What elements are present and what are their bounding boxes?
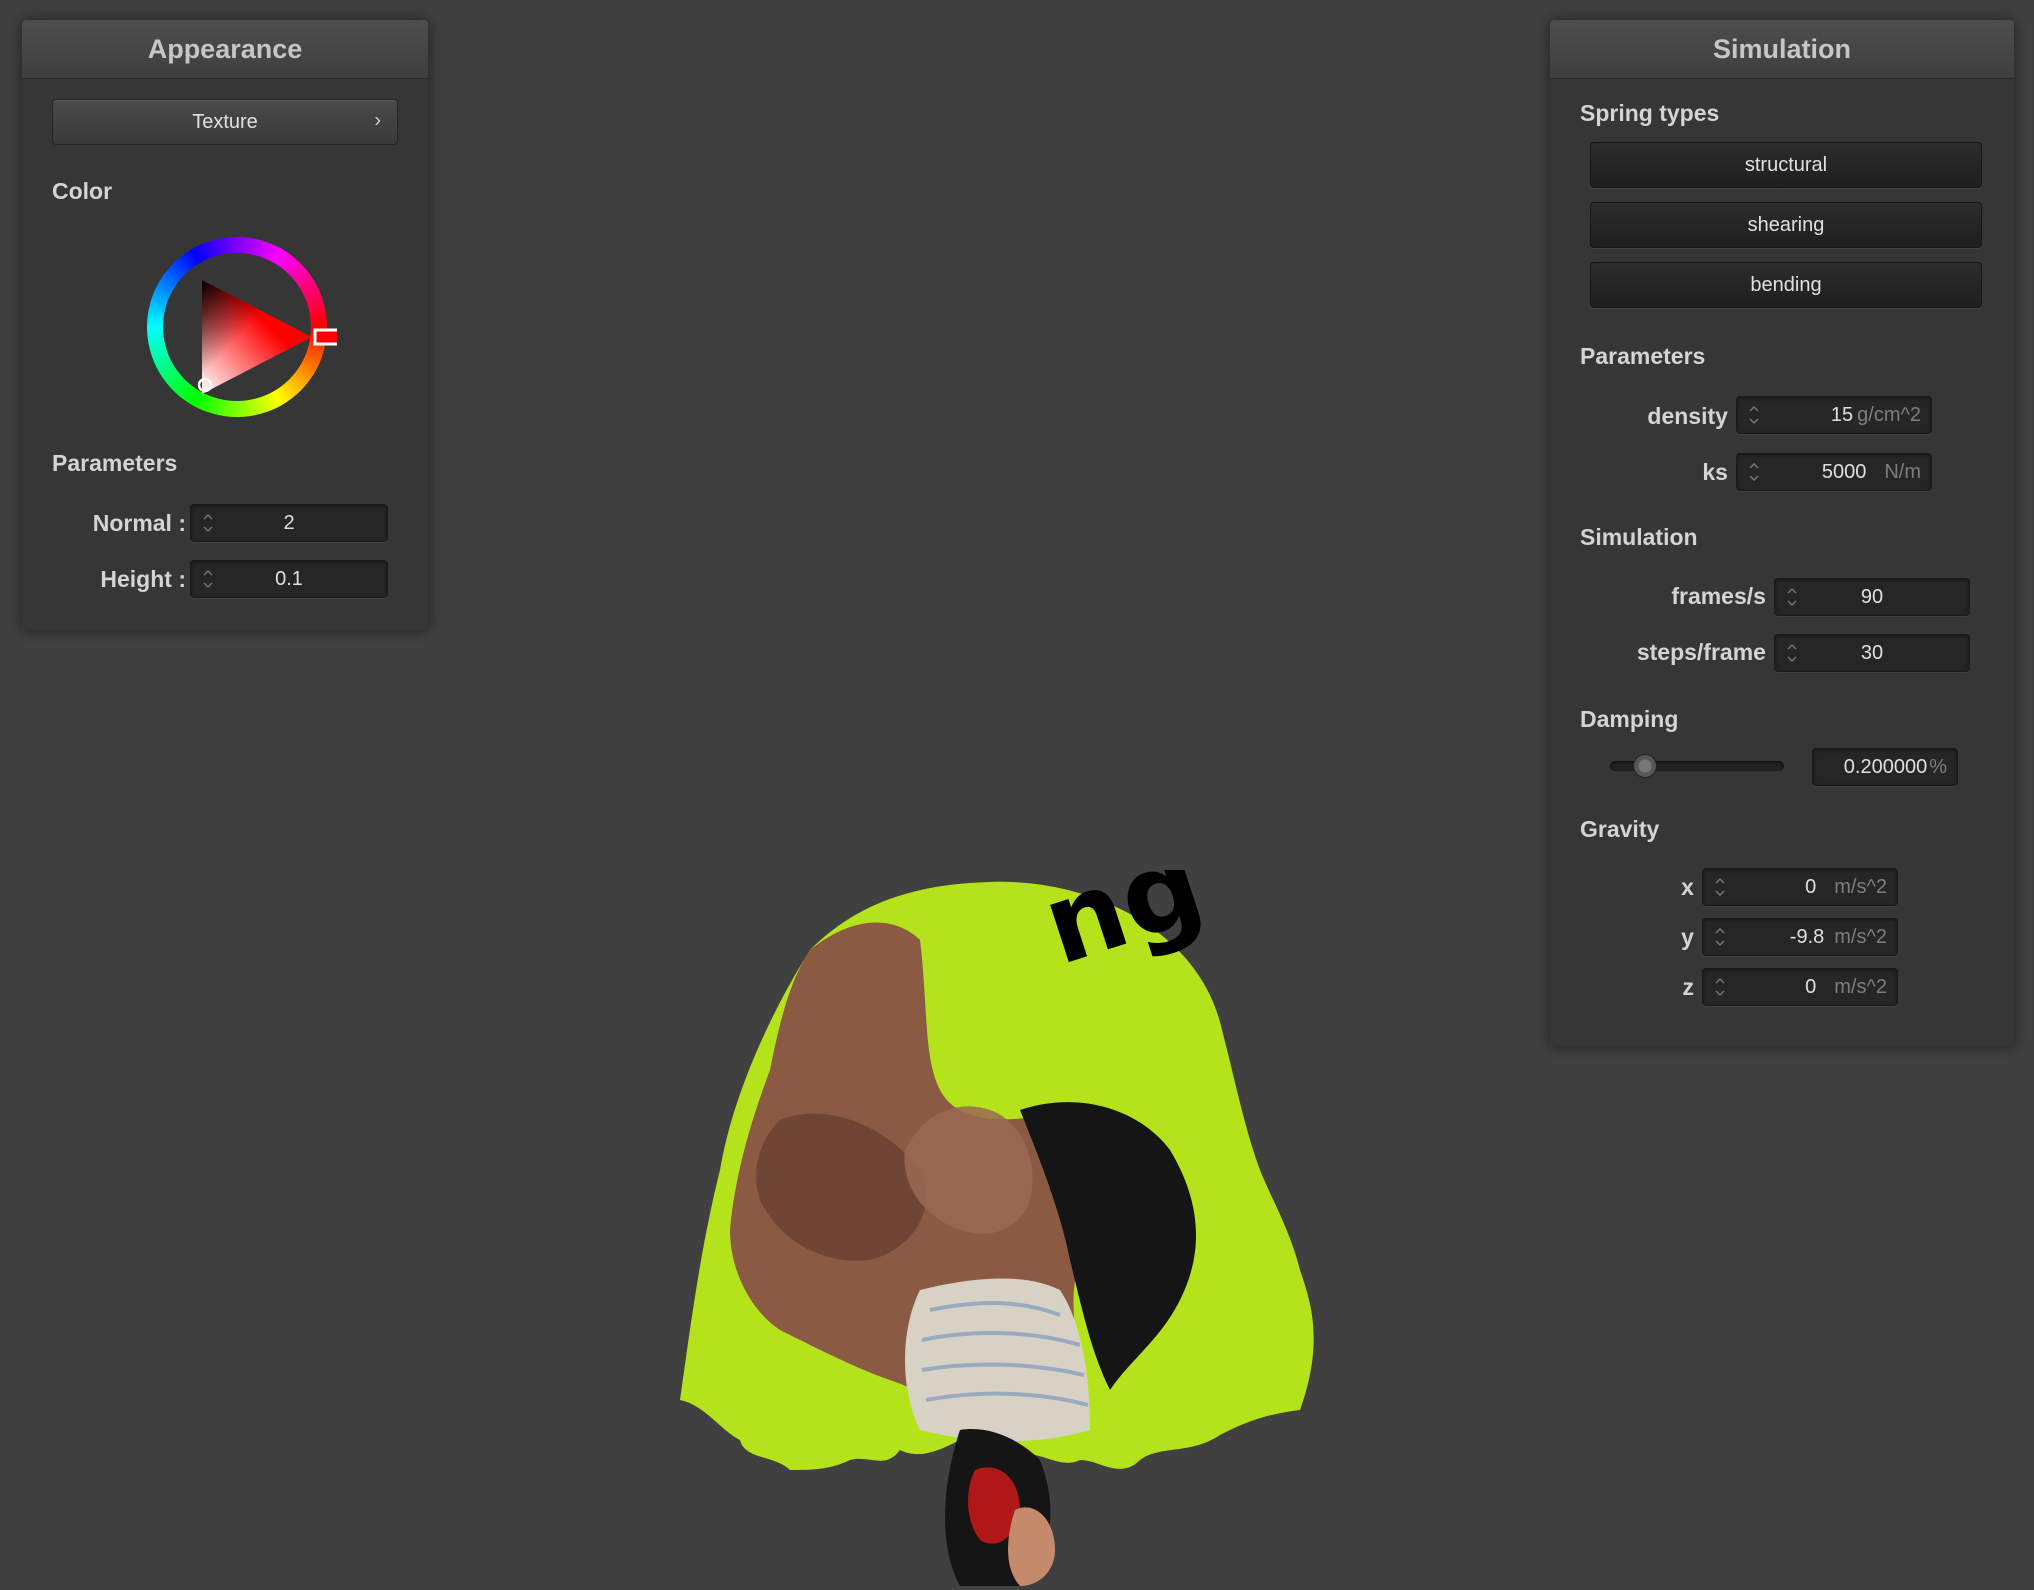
appearance-panel: Appearance Texture › Color Parameters No… <box>22 20 428 630</box>
damping-unit: % <box>1929 756 1947 778</box>
ks-value-group: 5000 N/m <box>1822 454 1921 490</box>
density-label: density : <box>1647 403 1742 429</box>
damping-value[interactable]: 0.200000 <box>1844 756 1927 778</box>
height-value[interactable]: 0.1 <box>221 561 357 597</box>
gravity-x-value[interactable]: 0 <box>1805 876 1816 898</box>
frames-per-second-value[interactable]: 90 <box>1805 579 1939 615</box>
cloth-mesh[interactable] <box>680 881 1314 1586</box>
spin-arrows-icon[interactable] <box>1785 639 1799 667</box>
texture-button-label: Texture <box>192 110 258 133</box>
shearing-button[interactable]: shearing <box>1590 202 1982 248</box>
gravity-z-value[interactable]: 0 <box>1805 976 1816 998</box>
spin-arrows-icon[interactable] <box>1713 923 1727 951</box>
gravity-z-label: z : <box>1682 974 1708 1000</box>
gravity-y-label: y : <box>1681 924 1708 950</box>
cloth-viewport[interactable]: ng <box>660 870 1360 1590</box>
hue-selector-marker[interactable] <box>313 328 337 346</box>
density-unit: g/cm^2 <box>1857 404 1921 426</box>
density-value-group: 15 g/cm^2 <box>1831 397 1921 433</box>
normal-value[interactable]: 2 <box>221 505 357 541</box>
gravity-y-unit: m/s^2 <box>1834 926 1887 948</box>
frames-per-second-spinbox[interactable]: 90 <box>1774 578 1970 616</box>
gravity-y-value[interactable]: -9.8 <box>1790 926 1824 948</box>
ks-label: ks : <box>1702 459 1742 485</box>
frames-per-second-label: frames/s : <box>1671 583 1780 609</box>
gravity-z-unit: m/s^2 <box>1834 976 1887 998</box>
gravity-x-value-group: 0 m/s^2 <box>1805 869 1887 905</box>
appearance-parameters-label: Parameters <box>52 450 178 476</box>
height-spinbox[interactable]: 0.1 <box>190 560 388 598</box>
gravity-x-label: x : <box>1681 874 1708 900</box>
bending-button-label: bending <box>1750 273 1822 296</box>
simulation-parameters-label: Parameters <box>1580 343 1706 369</box>
spin-arrows-icon[interactable] <box>1747 458 1761 486</box>
gravity-label: Gravity <box>1580 816 1660 842</box>
gravity-x-unit: m/s^2 <box>1834 876 1887 898</box>
gravity-x-spinbox[interactable]: 0 m/s^2 <box>1702 868 1898 906</box>
shearing-button-label: shearing <box>1747 213 1825 236</box>
damping-slider-handle[interactable] <box>1632 754 1657 778</box>
spin-arrows-icon[interactable] <box>1713 973 1727 1001</box>
density-value[interactable]: 15 <box>1831 404 1853 426</box>
ks-spinbox[interactable]: 5000 N/m <box>1736 453 1932 491</box>
structural-button-label: structural <box>1744 153 1828 176</box>
structural-button[interactable]: structural <box>1590 142 1982 188</box>
color-section-label: Color <box>52 178 113 204</box>
ks-unit: N/m <box>1884 461 1921 483</box>
gravity-y-value-group: -9.8 m/s^2 <box>1790 919 1887 955</box>
damping-label: Damping <box>1580 706 1679 732</box>
color-wheel[interactable] <box>137 227 337 427</box>
steps-per-frame-value[interactable]: 30 <box>1805 635 1939 671</box>
simulation-panel: Simulation Spring types structural shear… <box>1550 20 2014 1046</box>
gravity-z-value-group: 0 m/s^2 <box>1805 969 1887 1005</box>
height-label: Height : <box>100 566 186 592</box>
damping-value-group: 0.200000% <box>1844 749 1947 785</box>
damping-value-box[interactable]: 0.200000% <box>1812 748 1958 786</box>
normal-label: Normal : <box>92 510 186 536</box>
bending-button[interactable]: bending <box>1590 262 1982 308</box>
ks-value[interactable]: 5000 <box>1822 461 1867 483</box>
appearance-panel-header[interactable]: Appearance <box>22 20 428 79</box>
spring-types-label: Spring types <box>1580 100 1720 126</box>
gravity-y-spinbox[interactable]: -9.8 m/s^2 <box>1702 918 1898 956</box>
spin-arrows-icon[interactable] <box>201 509 215 537</box>
spin-arrows-icon[interactable] <box>1785 583 1799 611</box>
gravity-z-spinbox[interactable]: 0 m/s^2 <box>1702 968 1898 1006</box>
steps-per-frame-spinbox[interactable]: 30 <box>1774 634 1970 672</box>
simulation-section-label: Simulation <box>1580 524 1698 550</box>
spin-arrows-icon[interactable] <box>1713 873 1727 901</box>
density-spinbox[interactable]: 15 g/cm^2 <box>1736 396 1932 434</box>
steps-per-frame-label: steps/frame : <box>1636 639 1780 665</box>
spin-arrows-icon[interactable] <box>201 565 215 593</box>
chevron-right-icon: › <box>374 109 381 132</box>
normal-spinbox[interactable]: 2 <box>190 504 388 542</box>
texture-button[interactable]: Texture › <box>52 99 398 145</box>
simulation-panel-header[interactable]: Simulation <box>1550 20 2014 79</box>
spin-arrows-icon[interactable] <box>1747 401 1761 429</box>
